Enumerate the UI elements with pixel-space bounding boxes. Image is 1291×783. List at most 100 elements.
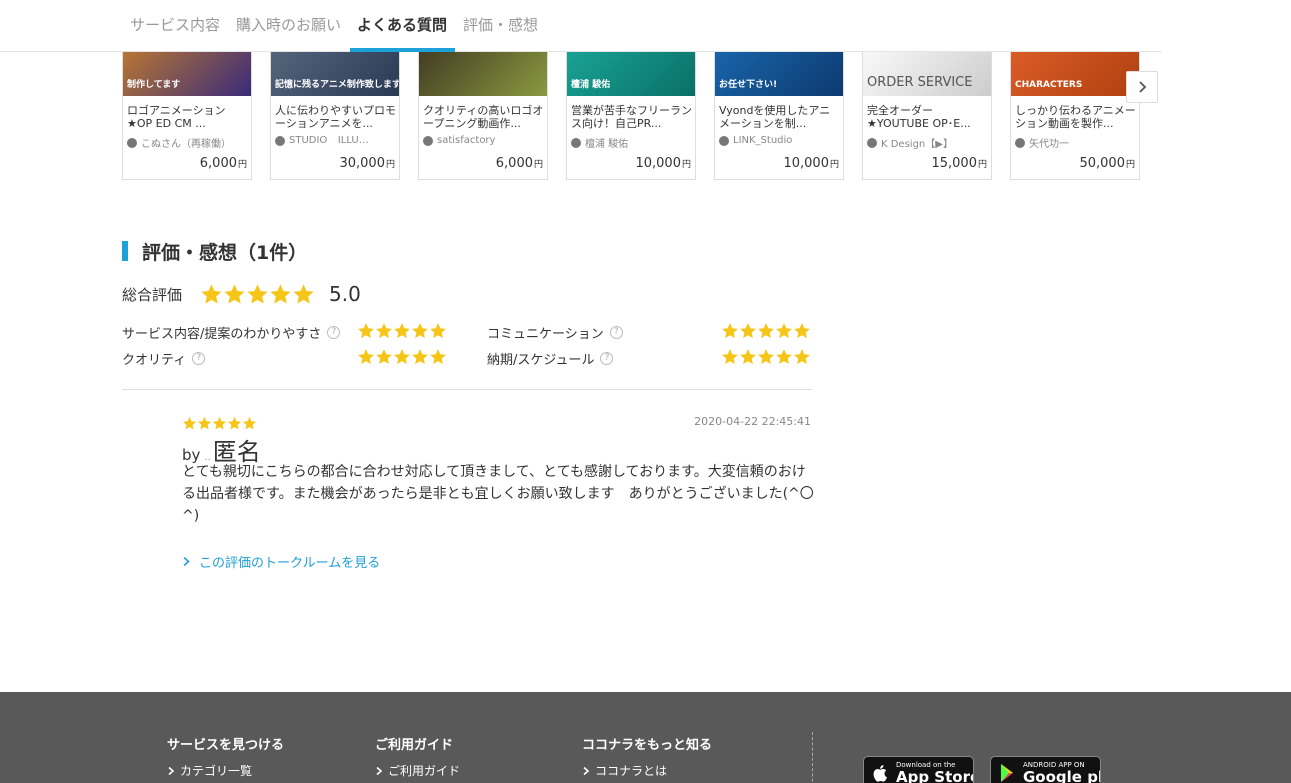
price-currency: 円	[829, 160, 839, 170]
service-seller: STUDIO ⠀ILLU…	[275, 135, 397, 146]
thumbnail-caption: ORDER SERVICE	[867, 75, 973, 90]
service-title[interactable]: ロゴアニメーション★OP ED CM ...	[127, 104, 249, 130]
price-value: 6,000	[495, 156, 533, 171]
star-icon	[412, 349, 428, 365]
view-talkroom-link[interactable]: この評価のトークルームを見る	[182, 552, 380, 571]
price-value: 10,000	[635, 156, 681, 171]
service-title[interactable]: 人に伝わりやすいプロモーションアニメを...	[275, 104, 397, 130]
section-divider	[122, 389, 812, 390]
footer-col-heading: サービスを見つける	[167, 738, 285, 753]
price-currency: 円	[977, 160, 987, 170]
star-icon	[358, 323, 374, 339]
service-title[interactable]: Vyondを使用したアニメーションを制...	[719, 104, 841, 130]
star-icon	[201, 283, 222, 304]
seller-avatar	[275, 135, 285, 146]
star-icon	[224, 283, 245, 304]
seller-name: K Design【▶】	[881, 139, 953, 150]
service-seller: 矢代功一	[1015, 135, 1137, 150]
help-icon[interactable]: ?	[192, 351, 206, 365]
tab-reviews[interactable]: 評価・感想	[463, 0, 538, 52]
footer-col-about: ココナラをもっと知る ココナラとは	[582, 734, 712, 779]
app-store-big-text: App Store	[896, 768, 974, 783]
google-play-badge[interactable]: ANDROID APP ON Google play	[990, 756, 1101, 783]
tab-bar: サービス内容 購入時のお願い よくある質問 評価・感想	[0, 0, 1162, 52]
help-icon[interactable]: ?	[327, 325, 341, 339]
star-icon	[740, 349, 756, 365]
star-icon	[740, 323, 756, 339]
criteria-label: コミュニケーション	[487, 326, 604, 342]
service-price: 6,000円	[200, 156, 247, 171]
overall-rating: 総合評価 5.0	[122, 280, 361, 308]
chevron-right-icon	[168, 766, 175, 775]
ratings-section-title: 評価・感想（1件）	[122, 239, 308, 264]
apple-icon	[873, 765, 887, 782]
service-price: 6,000円	[496, 156, 543, 171]
service-title[interactable]: クオリティの高いロゴオープニング動画作...	[423, 104, 545, 130]
star-icon	[247, 283, 268, 304]
price-value: 30,000	[339, 156, 385, 171]
carousel-next-button[interactable]	[1126, 71, 1158, 103]
seller-name: LINK_Studio	[733, 135, 793, 146]
tab-faq[interactable]: よくある質問	[349, 0, 456, 52]
help-icon[interactable]: ?	[600, 351, 614, 365]
star-icon	[430, 349, 446, 365]
criteria-clarity-stars	[357, 322, 447, 340]
thumbnail-caption: お任せ下さい!	[719, 80, 778, 90]
app-store-badge[interactable]: Download on the App Store	[863, 756, 974, 783]
service-seller: K Design【▶】	[867, 135, 989, 150]
seller-avatar	[867, 137, 877, 148]
service-title[interactable]: 営業が苦手なフリーランス向け！自己PR...	[571, 104, 693, 130]
seller-avatar	[1015, 137, 1025, 148]
seller-avatar	[423, 135, 433, 146]
footer-link-label: ココナラとは	[595, 764, 668, 778]
star-icon	[394, 349, 410, 365]
price-value: 15,000	[931, 156, 977, 171]
star-icon	[412, 323, 428, 339]
star-icon	[197, 416, 212, 430]
star-icon	[394, 323, 410, 339]
overall-star-rating	[200, 283, 315, 306]
criteria-label: クオリティ	[122, 352, 187, 368]
chevron-right-icon	[376, 766, 383, 775]
overall-rating-label: 総合評価	[122, 285, 183, 304]
footer-link-about-coconala[interactable]: ココナラとは	[582, 762, 712, 779]
star-icon	[758, 349, 774, 365]
footer-col-find-services: サービスを見つける カテゴリ一覧	[167, 734, 284, 779]
criteria-quality: クオリティ ?	[122, 349, 206, 368]
thumbnail-caption: 制作してます	[127, 80, 181, 90]
service-price: 10,000円	[635, 156, 691, 171]
service-title[interactable]: 完全オーダー★YOUTUBE OP･E...	[867, 104, 989, 130]
service-seller: satisfactory	[423, 135, 545, 146]
footer-col-usage-guide: ご利用ガイド ご利用ガイド	[375, 734, 460, 779]
service-title[interactable]: しっかり伝わるアニメーション動画を製作...	[1015, 104, 1137, 130]
service-seller: 檀浦 駿佑	[571, 135, 693, 150]
price-value: 6,000	[199, 156, 237, 171]
price-currency: 円	[681, 160, 691, 170]
star-icon	[182, 416, 197, 430]
criteria-communication-stars	[721, 322, 811, 340]
footer-link-category-list[interactable]: カテゴリ一覧	[167, 762, 284, 779]
star-icon	[722, 323, 738, 339]
seller-name: こぬさん（再稼働）	[141, 139, 231, 150]
price-value: 10,000	[783, 156, 829, 171]
review-body: とても親切にこちらの都合に合わせ対応して頂きまして、とても感謝しております。大変…	[182, 464, 814, 524]
google-play-big-text: Google play	[1023, 768, 1100, 783]
footer-link-usage-guide[interactable]: ご利用ガイド	[375, 762, 460, 779]
tab-purchase-requests[interactable]: 購入時のお願い	[236, 0, 341, 52]
chevron-right-icon	[1139, 81, 1147, 93]
tab-service-details[interactable]: サービス内容	[130, 0, 220, 52]
criteria-label: 納期/スケジュール	[487, 352, 595, 368]
seller-avatar	[127, 137, 137, 148]
review-date: 2020-04-22 22:45:41	[694, 415, 811, 428]
star-icon	[242, 416, 257, 430]
help-icon[interactable]: ?	[609, 325, 623, 339]
price-currency: 円	[237, 160, 247, 170]
chevron-right-icon	[583, 766, 590, 775]
ratings-heading: 評価・感想（1件）	[142, 241, 308, 264]
overall-score: 5.0	[329, 282, 361, 306]
star-icon	[776, 349, 792, 365]
star-icon	[794, 349, 810, 365]
review-star-rating	[182, 416, 257, 431]
thumbnail-caption: CHARACTERS	[1015, 80, 1083, 90]
footer-col-heading: ココナラをもっと知る	[582, 738, 713, 753]
